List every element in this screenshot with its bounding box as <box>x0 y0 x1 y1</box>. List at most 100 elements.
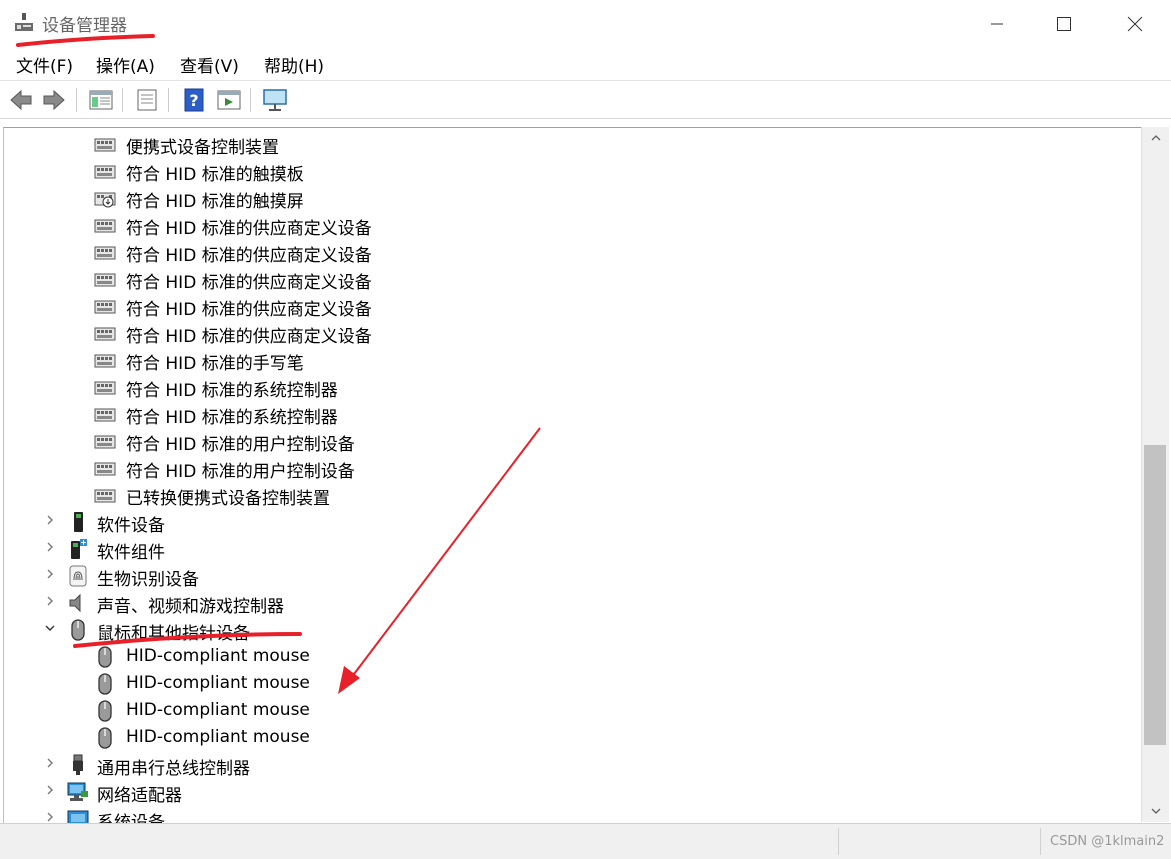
help-button[interactable]: ? <box>180 86 208 114</box>
tree-item-label: 符合 HID 标准的触摸板 <box>126 165 304 185</box>
tree-item-label: 系统设备 <box>97 813 165 823</box>
tree-device-row[interactable]: 符合 HID 标准的系统控制器 <box>4 373 1141 401</box>
tree-device-row[interactable]: 符合 HID 标准的供应商定义设备 <box>4 319 1141 347</box>
minimize-icon <box>991 23 1003 24</box>
hid-device-icon <box>94 160 116 182</box>
tree-device-row[interactable]: HID-compliant mouse <box>4 670 1141 697</box>
show-hide-tree-button[interactable] <box>87 86 115 114</box>
tree-item-label: 已转换便携式设备控制装置 <box>126 489 330 509</box>
tree-device-row[interactable]: 符合 HID 标准的供应商定义设备 <box>4 211 1141 239</box>
tree-device-row[interactable]: 符合 HID 标准的供应商定义设备 <box>4 292 1141 320</box>
tree-item-label: 符合 HID 标准的触摸屏 <box>126 192 304 212</box>
minimize-button[interactable] <box>962 0 1032 47</box>
menu-file[interactable]: 文件(F) <box>16 52 73 77</box>
toolbar: ? <box>0 81 1171 119</box>
device-tree[interactable]: 便携式设备控制装置 符合 HID 标准的触摸板 符合 HID 标准的触摸屏 符合 HI… <box>3 127 1141 823</box>
chevron-right-icon[interactable] <box>44 514 56 528</box>
forward-button[interactable] <box>40 86 68 114</box>
tree-device-row[interactable]: 符合 HID 标准的手写笔 <box>4 346 1141 374</box>
hid-device-icon <box>94 403 116 425</box>
hid-device-icon <box>94 484 116 506</box>
scroll-down-button[interactable] <box>1142 800 1169 822</box>
fingerprint-icon <box>67 565 89 587</box>
usb-icon <box>67 754 89 776</box>
tree-device-row[interactable]: 便携式设备控制装置 <box>4 130 1141 158</box>
help-icon: ? <box>184 88 204 112</box>
svg-text:?: ? <box>189 91 198 110</box>
close-icon <box>1127 16 1143 31</box>
chevron-right-icon[interactable] <box>44 568 56 582</box>
tree-device-row[interactable]: 符合 HID 标准的系统控制器 <box>4 400 1141 428</box>
tree-item-label: HID-compliant mouse <box>126 700 310 720</box>
tree-item-label: 符合 HID 标准的供应商定义设备 <box>126 246 372 266</box>
tree-category-row[interactable]: 鼠标和其他指针设备 <box>4 616 1141 644</box>
chevron-right-icon[interactable] <box>44 595 56 609</box>
tree-category-row[interactable]: 网络适配器 <box>4 778 1141 806</box>
tree-device-row[interactable]: 符合 HID 标准的供应商定义设备 <box>4 265 1141 293</box>
toolbar-separator <box>250 88 251 112</box>
chevron-right-icon[interactable] <box>44 757 56 771</box>
tree-device-row[interactable]: 符合 HID 标准的用户控制设备 <box>4 427 1141 455</box>
mouse-icon <box>67 619 89 641</box>
status-bar <box>0 823 1171 859</box>
hid-device-icon <box>94 241 116 263</box>
mouse-icon <box>94 727 116 749</box>
tree-category-row[interactable]: 通用串行总线控制器 <box>4 751 1141 779</box>
tree-item-label: HID-compliant mouse <box>126 727 310 747</box>
toolbar-separator <box>168 88 169 112</box>
hid-device-disabled-icon <box>94 187 116 209</box>
scan-hardware-button[interactable] <box>261 86 289 114</box>
hid-device-icon <box>94 349 116 371</box>
mouse-icon <box>94 646 116 668</box>
chevron-up-icon <box>1151 135 1160 141</box>
chevron-right-icon[interactable] <box>44 784 56 798</box>
tree-device-row[interactable]: HID-compliant mouse <box>4 643 1141 670</box>
tree-item-label: 软件设备 <box>97 516 165 536</box>
tree-item-label: 符合 HID 标准的供应商定义设备 <box>126 273 372 293</box>
tree-item-label: HID-compliant mouse <box>126 646 310 666</box>
tree-device-row[interactable]: HID-compliant mouse <box>4 724 1141 751</box>
tree-item-label: 声音、视频和游戏控制器 <box>97 597 284 617</box>
tree-device-row[interactable]: 已转换便携式设备控制装置 <box>4 481 1141 509</box>
back-button[interactable] <box>7 86 35 114</box>
tree-category-row[interactable]: 生物识别设备 <box>4 562 1141 590</box>
tree-category-row[interactable]: 软件设备 <box>4 508 1141 536</box>
tree-item-label: 符合 HID 标准的供应商定义设备 <box>126 300 372 320</box>
software-device-icon <box>67 511 89 533</box>
properties-button[interactable] <box>133 86 161 114</box>
chevron-right-icon[interactable] <box>44 811 56 823</box>
hid-device-icon <box>94 214 116 236</box>
forward-icon <box>43 89 65 111</box>
tree-item-label: 生物识别设备 <box>97 570 199 590</box>
menu-view[interactable]: 查看(V) <box>180 52 239 77</box>
tree-category-row[interactable]: 系统设备 <box>4 805 1141 823</box>
tree-category-row[interactable]: 声音、视频和游戏控制器 <box>4 589 1141 617</box>
tree-item-label: 符合 HID 标准的供应商定义设备 <box>126 327 372 347</box>
tree-device-row[interactable]: 符合 HID 标准的供应商定义设备 <box>4 238 1141 266</box>
tree-device-row[interactable]: 符合 HID 标准的触摸板 <box>4 157 1141 185</box>
tree-item-label: 网络适配器 <box>97 786 182 806</box>
tree-device-row[interactable]: 符合 HID 标准的触摸屏 <box>4 184 1141 212</box>
speaker-icon <box>67 592 89 614</box>
properties-icon <box>137 89 157 111</box>
maximize-button[interactable] <box>1029 0 1099 47</box>
chevron-down-icon[interactable] <box>44 622 56 636</box>
tree-item-label: 鼠标和其他指针设备 <box>97 624 250 644</box>
tree-category-row[interactable]: 软件组件 <box>4 535 1141 563</box>
action-pane-button[interactable] <box>215 86 243 114</box>
tree-device-row[interactable]: 符合 HID 标准的用户控制设备 <box>4 454 1141 482</box>
hid-device-icon <box>94 268 116 290</box>
action-pane-icon <box>217 90 241 110</box>
scroll-thumb[interactable] <box>1144 445 1166 745</box>
tree-item-label: 软件组件 <box>97 543 165 563</box>
close-button[interactable] <box>1100 0 1170 47</box>
vertical-scrollbar[interactable] <box>1141 127 1169 822</box>
menu-action[interactable]: 操作(A) <box>96 52 155 77</box>
chevron-right-icon[interactable] <box>44 541 56 555</box>
tree-device-row[interactable]: HID-compliant mouse <box>4 697 1141 724</box>
tree-item-label: 便携式设备控制装置 <box>126 138 279 158</box>
network-adapter-icon <box>67 781 89 803</box>
scroll-up-button[interactable] <box>1142 127 1169 149</box>
tree-item-label: HID-compliant mouse <box>126 673 310 693</box>
menu-help[interactable]: 帮助(H) <box>264 52 324 77</box>
